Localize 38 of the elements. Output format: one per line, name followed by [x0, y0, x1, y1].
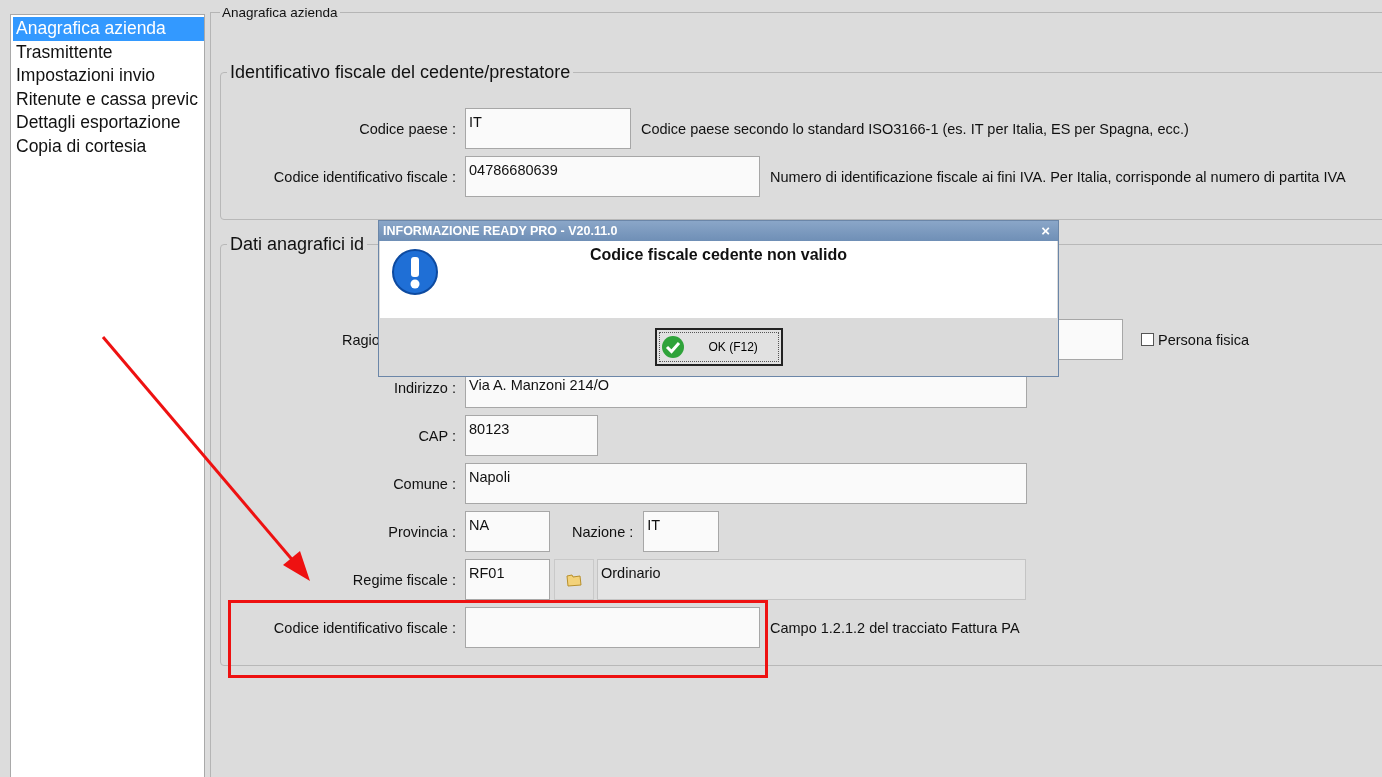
section-item[interactable]: Dettagli esportazione	[13, 111, 204, 135]
field-label: Provincia :	[387, 523, 456, 540]
browse-button[interactable]	[554, 559, 594, 600]
checkmark-icon	[660, 335, 685, 359]
section-item[interactable]: Copia di cortesia	[13, 134, 204, 158]
input-field[interactable]: 04786680639	[465, 156, 760, 197]
group-title: Anagrafica azienda	[221, 5, 339, 20]
field-hint: Codice paese secondo lo standard ISO3166-1 (es. IT per Italia, ES per Spagna, ecc.)	[641, 120, 1189, 137]
input-field[interactable]: RF01	[465, 559, 550, 600]
field-label: CAP :	[417, 427, 456, 444]
field-hint: Campo 1.2.1.2 del tracciato Fattura PA	[770, 619, 1020, 636]
field-label: Regime fiscale :	[351, 571, 456, 588]
input-field[interactable]: Napoli	[465, 463, 1027, 504]
dialog-title: INFORMAZIONE READY PRO - V20.11.0	[383, 224, 618, 238]
field-label: Codice identificativo fiscale :	[272, 619, 456, 636]
section-item[interactable]: Impostazioni invio	[13, 64, 204, 88]
field-label: Codice paese :	[358, 120, 456, 137]
input-field[interactable]: 80123	[465, 415, 598, 456]
field-label: Nazione :	[572, 523, 634, 540]
group-title: Dati anagrafici id	[229, 234, 366, 255]
field-hint: Numero di identificazione fiscale ai fini IVA. Per Italia, corrisponde al numero di partita IVA	[770, 168, 1346, 185]
section-item[interactable]: Ritenute e cassa previc	[13, 87, 204, 111]
input-field[interactable]	[465, 607, 760, 648]
field-label: Comune :	[392, 475, 456, 492]
field-label: Codice identificativo fiscale :	[272, 168, 456, 185]
description-field: Ordinario	[597, 559, 1026, 600]
input-field[interactable]: IT	[643, 511, 720, 552]
folder-icon	[566, 572, 582, 587]
person-checkbox[interactable]: Persona fisica	[1141, 331, 1250, 348]
field-label: Ragio	[341, 331, 381, 348]
field-label: Indirizzo :	[392, 379, 456, 396]
input-field[interactable]: NA	[465, 511, 550, 552]
exclamation-icon	[391, 248, 439, 296]
dialog-message: Codice fiscale cedente non valido	[589, 245, 848, 264]
group-title: Identificativo fiscale del cedente/prestatore	[229, 62, 572, 83]
input-field[interactable]: IT	[465, 108, 631, 149]
ok-button[interactable]: OK (F12)	[654, 328, 783, 366]
section-item[interactable]: Trasmittente	[13, 40, 204, 64]
